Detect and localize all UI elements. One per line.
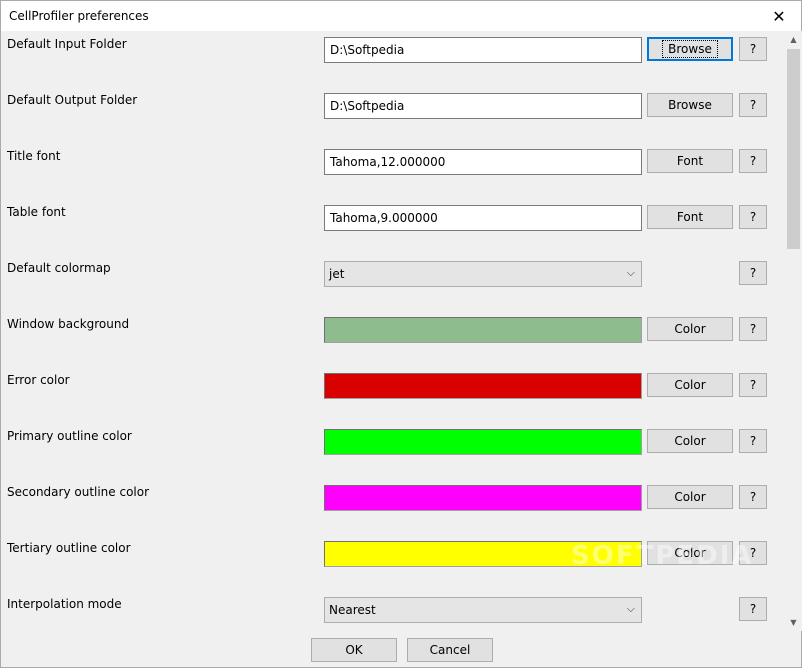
close-button[interactable]: ✕ (757, 1, 801, 31)
table-font-button[interactable]: Font (647, 205, 733, 229)
tertiary-outline-color-label: Tertiary outline color (7, 541, 131, 555)
help-button-interpolation-mode[interactable]: ? (739, 597, 767, 621)
help-button-input-folder[interactable]: ? (739, 37, 767, 61)
default-colormap-label: Default colormap (7, 261, 111, 275)
help-button-window-background[interactable]: ? (739, 317, 767, 341)
help-button-title-font[interactable]: ? (739, 149, 767, 173)
default-input-folder-label: Default Input Folder (7, 37, 127, 51)
close-icon: ✕ (772, 6, 786, 26)
row-default-colormap: Default colormap jet ⌵ ? (1, 255, 785, 311)
row-primary-outline-color: Primary outline color Color ? (1, 423, 785, 479)
scroll-thumb[interactable] (787, 49, 800, 249)
default-colormap-select[interactable]: jet ⌵ (324, 261, 642, 287)
row-default-input-folder: Default Input Folder D:\Softpedia Browse… (1, 31, 785, 87)
chevron-down-icon: ⌵ (626, 602, 635, 615)
window-title: CellProfiler preferences (9, 9, 149, 23)
row-tertiary-outline-color: Tertiary outline color Color ? (1, 535, 785, 591)
default-output-folder-field[interactable]: D:\Softpedia (324, 93, 642, 119)
preferences-panel: Default Input Folder D:\Softpedia Browse… (1, 31, 785, 631)
row-error-color: Error color Color ? (1, 367, 785, 423)
tertiary-outline-color-swatch[interactable] (324, 541, 642, 567)
row-title-font: Title font Tahoma,12.000000 Font ? (1, 143, 785, 199)
interpolation-mode-select[interactable]: Nearest ⌵ (324, 597, 642, 623)
row-table-font: Table font Tahoma,9.000000 Font ? (1, 199, 785, 255)
vertical-scrollbar[interactable]: ▲ ▼ (785, 31, 802, 631)
secondary-outline-color-button[interactable]: Color (647, 485, 733, 509)
preferences-window: CellProfiler preferences ✕ Default Input… (0, 0, 802, 668)
default-input-folder-field[interactable]: D:\Softpedia (324, 37, 642, 63)
help-button-tertiary-outline[interactable]: ? (739, 541, 767, 565)
cancel-button[interactable]: Cancel (407, 638, 493, 662)
default-colormap-value: jet (329, 267, 345, 281)
help-button-primary-outline[interactable]: ? (739, 429, 767, 453)
chevron-down-icon: ⌵ (626, 266, 635, 279)
help-button-table-font[interactable]: ? (739, 205, 767, 229)
ok-button[interactable]: OK (311, 638, 397, 662)
window-background-color-button[interactable]: Color (647, 317, 733, 341)
help-button-secondary-outline[interactable]: ? (739, 485, 767, 509)
row-secondary-outline-color: Secondary outline color Color ? (1, 479, 785, 535)
window-background-label: Window background (7, 317, 130, 331)
browse-input-button[interactable]: Browse (647, 37, 733, 61)
primary-outline-color-label: Primary outline color (7, 429, 132, 443)
secondary-outline-color-swatch[interactable] (324, 485, 642, 511)
error-color-swatch[interactable] (324, 373, 642, 399)
help-button-output-folder[interactable]: ? (739, 93, 767, 117)
scroll-up-icon[interactable]: ▲ (785, 31, 802, 48)
browse-output-button[interactable]: Browse (647, 93, 733, 117)
help-button-error-color[interactable]: ? (739, 373, 767, 397)
help-button-colormap[interactable]: ? (739, 261, 767, 285)
error-color-button[interactable]: Color (647, 373, 733, 397)
primary-outline-color-swatch[interactable] (324, 429, 642, 455)
title-bar: CellProfiler preferences ✕ (1, 1, 801, 31)
scroll-down-icon[interactable]: ▼ (785, 614, 802, 631)
row-window-background: Window background Color ? (1, 311, 785, 367)
tertiary-outline-color-button[interactable]: Color (647, 541, 733, 565)
secondary-outline-color-label: Secondary outline color (7, 485, 150, 499)
row-default-output-folder: Default Output Folder D:\Softpedia Brows… (1, 87, 785, 143)
window-background-swatch[interactable] (324, 317, 642, 343)
primary-outline-color-button[interactable]: Color (647, 429, 733, 453)
title-font-field[interactable]: Tahoma,12.000000 (324, 149, 642, 175)
default-output-folder-label: Default Output Folder (7, 93, 138, 107)
row-interpolation-mode: Interpolation mode Nearest ⌵ ? (1, 591, 785, 631)
title-font-label: Title font (7, 149, 61, 163)
error-color-label: Error color (7, 373, 70, 387)
interpolation-mode-value: Nearest (329, 603, 376, 617)
title-font-button[interactable]: Font (647, 149, 733, 173)
interpolation-mode-label: Interpolation mode (7, 597, 122, 611)
table-font-field[interactable]: Tahoma,9.000000 (324, 205, 642, 231)
table-font-label: Table font (7, 205, 66, 219)
browse-input-label: Browse (662, 40, 718, 58)
